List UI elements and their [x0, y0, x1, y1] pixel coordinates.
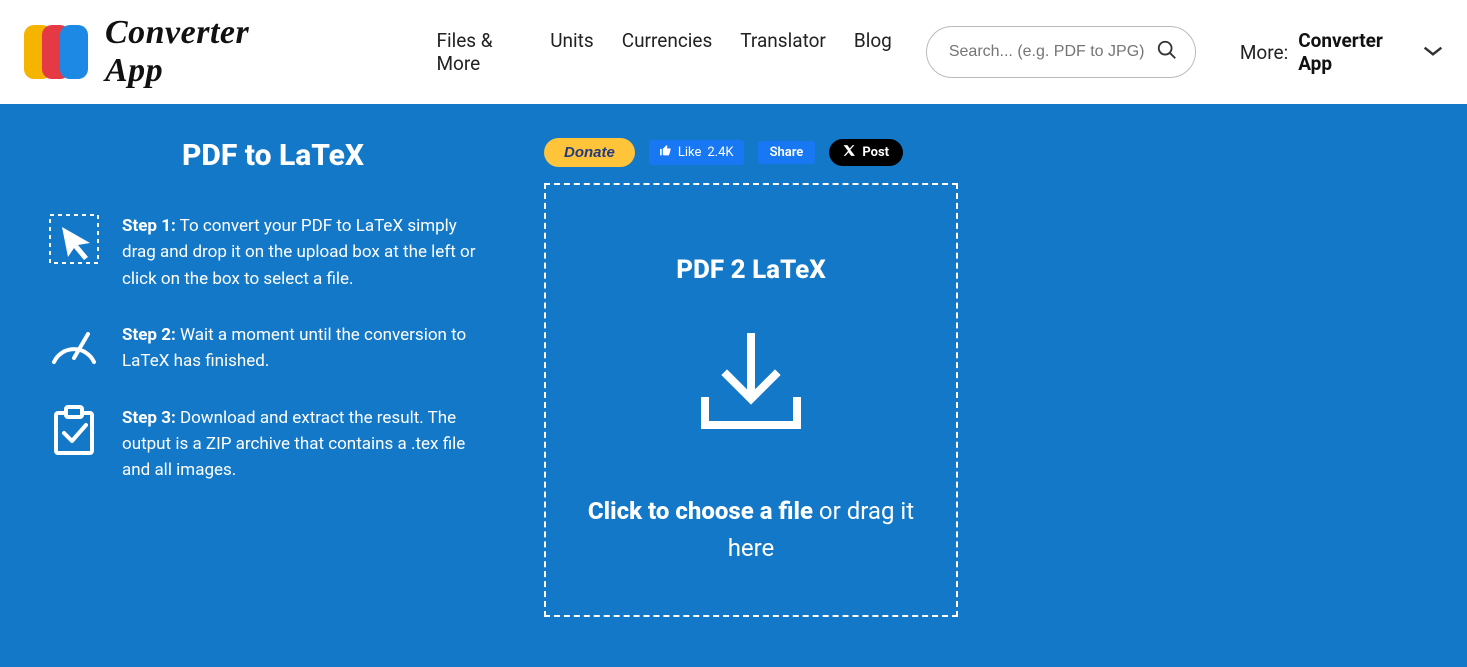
donate-button[interactable]: Donate	[544, 138, 635, 167]
page-title: PDF to LaTeX	[48, 138, 498, 173]
nav-blog[interactable]: Blog	[854, 29, 892, 75]
step-text: Step 3: Download and extract the result.…	[122, 405, 482, 484]
x-post-button[interactable]: Post	[829, 139, 903, 166]
step-1-desc: To convert your PDF to LaTeX simply drag…	[122, 216, 475, 289]
nav-translator[interactable]: Translator	[740, 29, 826, 75]
like-count: 2.4K	[707, 145, 733, 160]
like-label: Like	[678, 145, 702, 160]
step-text: Step 2: Wait a moment until the conversi…	[122, 322, 482, 375]
step-3-label: Step 3:	[122, 408, 176, 428]
file-dropzone[interactable]: PDF 2 LaTeX Click to choose a file or dr…	[544, 183, 958, 617]
step-1-label: Step 1:	[122, 216, 176, 236]
upload-column: Donate Like 2.4K Share Post PDF 2 LaTeX	[544, 138, 1419, 617]
search-wrap	[926, 26, 1196, 78]
search-icon[interactable]	[1156, 39, 1178, 65]
thumbs-up-icon	[659, 144, 672, 161]
clipboard-check-icon	[48, 405, 100, 457]
header: Converter App Files & More Units Currenc…	[0, 0, 1467, 104]
step-text: Step 1: To convert your PDF to LaTeX sim…	[122, 213, 482, 292]
step-1: Step 1: To convert your PDF to LaTeX sim…	[48, 213, 498, 292]
more-label: More:	[1240, 41, 1288, 64]
select-file-icon	[48, 213, 100, 265]
instructions-column: PDF to LaTeX Step 1: To convert your PDF…	[48, 138, 498, 617]
hero-section: PDF to LaTeX Step 1: To convert your PDF…	[0, 104, 1467, 667]
logo[interactable]: Converter App	[24, 14, 306, 90]
dropzone-title: PDF 2 LaTeX	[676, 255, 826, 285]
nav-units[interactable]: Units	[550, 29, 593, 75]
dropzone-cta-strong: Click to choose a file	[588, 497, 813, 525]
more-dropdown[interactable]: More: Converter App	[1240, 29, 1443, 75]
step-2: Step 2: Wait a moment until the conversi…	[48, 322, 498, 375]
logo-text: Converter App	[105, 14, 307, 90]
dropzone-cta: Click to choose a file or drag it here	[546, 493, 956, 567]
download-icon	[691, 333, 811, 437]
x-post-label: Post	[862, 145, 889, 160]
more-value: Converter App	[1298, 29, 1413, 75]
x-icon	[843, 144, 856, 161]
fb-share-button[interactable]: Share	[758, 141, 816, 164]
logo-icon	[24, 24, 95, 80]
main-nav: Files & More Units Currencies Translator…	[436, 29, 891, 75]
social-row: Donate Like 2.4K Share Post	[544, 138, 1419, 167]
step-2-label: Step 2:	[122, 325, 176, 345]
chevron-down-icon	[1423, 43, 1443, 62]
fb-like-button[interactable]: Like 2.4K	[649, 140, 744, 165]
step-3: Step 3: Download and extract the result.…	[48, 405, 498, 484]
speed-icon	[48, 322, 100, 374]
nav-files[interactable]: Files & More	[436, 29, 522, 75]
nav-currencies[interactable]: Currencies	[622, 29, 713, 75]
